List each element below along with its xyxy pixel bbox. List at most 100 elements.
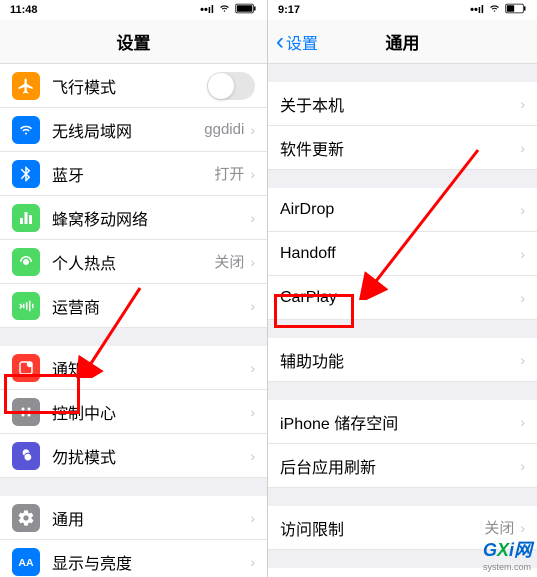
- settings-screen-left: 11:48 ••ıl 设置 飞行模式 无线局域网 ggdidi ›: [0, 0, 268, 577]
- row-value: 打开: [214, 163, 244, 184]
- status-bar: 9:17 ••ıl: [268, 0, 537, 20]
- row-value: ggdidi: [204, 121, 244, 138]
- section-gap: [268, 320, 537, 338]
- status-bar: 11:48 ••ıl: [0, 0, 267, 20]
- chevron-right-icon: ›: [520, 96, 525, 112]
- chevron-right-icon: ›: [250, 210, 255, 226]
- section-gap: [268, 382, 537, 400]
- chevron-right-icon: ›: [520, 520, 525, 536]
- row-label: 辅助功能: [280, 348, 520, 372]
- row-wifi[interactable]: 无线局域网 ggdidi ›: [0, 108, 267, 152]
- page-title: 设置: [117, 29, 151, 54]
- nav-bar: 设置: [0, 20, 267, 64]
- chevron-right-icon: ›: [250, 510, 255, 526]
- page-title: 通用: [386, 29, 420, 54]
- airplane-icon: [12, 72, 40, 100]
- chevron-right-icon: ›: [250, 122, 255, 138]
- chevron-right-icon: ›: [520, 352, 525, 368]
- back-button[interactable]: ‹ 设置: [276, 28, 318, 56]
- chevron-right-icon: ›: [520, 414, 525, 430]
- bluetooth-icon: [12, 160, 40, 188]
- wifi-icon: [218, 2, 231, 18]
- signal-icon: ••ıl: [470, 4, 484, 16]
- battery-icon: [505, 3, 527, 17]
- chevron-right-icon: ›: [250, 254, 255, 270]
- chevron-right-icon: ›: [520, 290, 525, 306]
- nav-bar: ‹ 设置 通用: [268, 20, 537, 64]
- notifications-icon: [12, 354, 40, 382]
- row-accessibility[interactable]: 辅助功能 ›: [268, 338, 537, 382]
- control-center-icon: [12, 398, 40, 426]
- row-label: CarPlay: [280, 289, 520, 307]
- row-label: AirDrop: [280, 201, 520, 219]
- row-bluetooth[interactable]: 蓝牙 打开 ›: [0, 152, 267, 196]
- chevron-right-icon: ›: [520, 202, 525, 218]
- row-notifications[interactable]: 通知 ›: [0, 346, 267, 390]
- status-indicators: ••ıl: [470, 2, 527, 18]
- status-time: 11:48: [10, 4, 38, 16]
- row-label: 无线局域网: [52, 118, 204, 142]
- row-general[interactable]: 通用 ›: [0, 496, 267, 540]
- row-value: 关闭: [214, 251, 244, 272]
- row-software-update[interactable]: 软件更新 ›: [268, 126, 537, 170]
- signal-icon: ••ıl: [200, 4, 214, 16]
- row-label: 个人热点: [52, 250, 214, 274]
- chevron-right-icon: ›: [250, 166, 255, 182]
- row-label: 访问限制: [280, 516, 484, 540]
- chevron-right-icon: ›: [250, 360, 255, 376]
- row-carrier[interactable]: 运营商 ›: [0, 284, 267, 328]
- row-label: 通知: [52, 356, 250, 380]
- row-label: 蓝牙: [52, 162, 214, 186]
- section-gap: [268, 170, 537, 188]
- chevron-right-icon: ›: [250, 554, 255, 570]
- row-label: iPhone 储存空间: [280, 410, 520, 434]
- general-icon: [12, 504, 40, 532]
- status-time: 9:17: [278, 4, 300, 16]
- row-value: 关闭: [484, 517, 514, 538]
- section-gap: [0, 478, 267, 496]
- row-handoff[interactable]: Handoff ›: [268, 232, 537, 276]
- row-label: 软件更新: [280, 136, 520, 160]
- status-indicators: ••ıl: [200, 2, 257, 18]
- chevron-right-icon: ›: [250, 298, 255, 314]
- display-icon: AA: [12, 548, 40, 576]
- carrier-icon: [12, 292, 40, 320]
- row-about[interactable]: 关于本机 ›: [268, 82, 537, 126]
- row-control-center[interactable]: 控制中心 ›: [0, 390, 267, 434]
- row-airplane-mode[interactable]: 飞行模式: [0, 64, 267, 108]
- back-label: 设置: [286, 30, 318, 54]
- section-gap: [268, 64, 537, 82]
- row-background-refresh[interactable]: 后台应用刷新 ›: [268, 444, 537, 488]
- row-storage[interactable]: iPhone 储存空间 ›: [268, 400, 537, 444]
- svg-text:AA: AA: [18, 556, 34, 568]
- section-gap: [0, 328, 267, 346]
- airplane-toggle[interactable]: [207, 72, 255, 100]
- row-hotspot[interactable]: 个人热点 关闭 ›: [0, 240, 267, 284]
- chevron-right-icon: ›: [520, 140, 525, 156]
- row-carplay[interactable]: CarPlay ›: [268, 276, 537, 320]
- chevron-right-icon: ›: [250, 448, 255, 464]
- row-cellular[interactable]: 蜂窝移动网络 ›: [0, 196, 267, 240]
- hotspot-icon: [12, 248, 40, 276]
- dnd-icon: [12, 442, 40, 470]
- row-label: 显示与亮度: [52, 550, 250, 574]
- chevron-right-icon: ›: [250, 404, 255, 420]
- chevron-right-icon: ›: [520, 458, 525, 474]
- row-label: 蜂窝移动网络: [52, 206, 250, 230]
- row-airdrop[interactable]: AirDrop ›: [268, 188, 537, 232]
- chevron-right-icon: ›: [520, 246, 525, 262]
- settings-screen-right: 9:17 ••ıl ‹ 设置 通用 关于本机 › 软件更新 › AirDrop …: [268, 0, 537, 577]
- row-label: 后台应用刷新: [280, 454, 520, 478]
- section-gap: [268, 488, 537, 506]
- row-dnd[interactable]: 勿扰模式 ›: [0, 434, 267, 478]
- chevron-left-icon: ‹: [276, 28, 284, 56]
- row-label: 勿扰模式: [52, 444, 250, 468]
- row-label: Handoff: [280, 245, 520, 263]
- battery-icon: [235, 3, 257, 17]
- watermark: GXi网 system.com: [483, 536, 532, 572]
- wifi-icon: [12, 116, 40, 144]
- row-label: 关于本机: [280, 92, 520, 116]
- row-label: 运营商: [52, 294, 250, 318]
- row-display[interactable]: AA 显示与亮度 ›: [0, 540, 267, 577]
- row-label: 控制中心: [52, 400, 250, 424]
